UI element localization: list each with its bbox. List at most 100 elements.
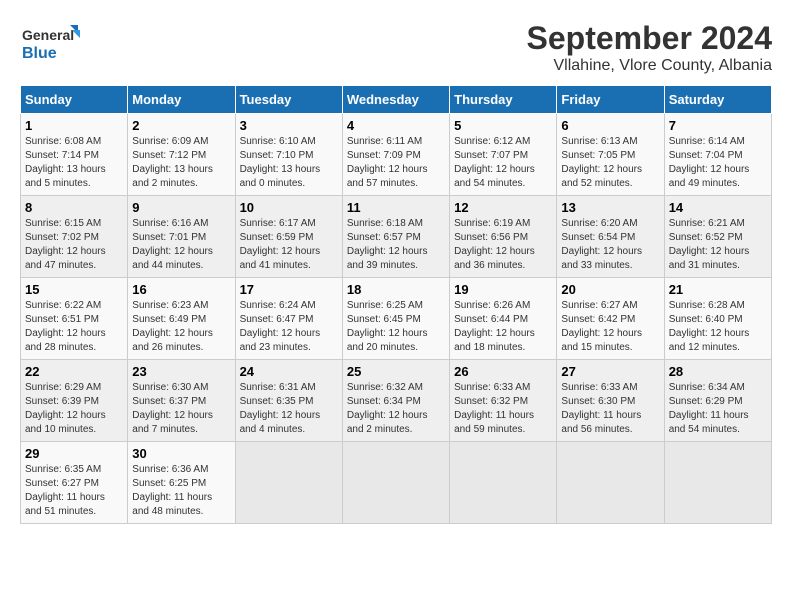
page-header: General Blue September 2024 Vllahine, Vl…: [20, 20, 772, 75]
day-info: Sunrise: 6:28 AM Sunset: 6:40 PM Dayligh…: [669, 299, 767, 355]
day-info: Sunrise: 6:32 AM Sunset: 6:34 PM Dayligh…: [347, 381, 445, 437]
calendar-table: SundayMondayTuesdayWednesdayThursdayFrid…: [20, 85, 772, 524]
month-title: September 2024: [527, 20, 772, 57]
calendar-cell: 12 Sunrise: 6:19 AM Sunset: 6:56 PM Dayli…: [450, 196, 557, 278]
day-info: Sunrise: 6:30 AM Sunset: 6:37 PM Dayligh…: [132, 381, 230, 437]
calendar-cell: [664, 442, 771, 524]
day-info: Sunrise: 6:34 AM Sunset: 6:29 PM Dayligh…: [669, 381, 767, 437]
day-number: 12: [454, 200, 552, 215]
day-number: 17: [240, 282, 338, 297]
day-info: Sunrise: 6:12 AM Sunset: 7:07 PM Dayligh…: [454, 135, 552, 191]
day-info: Sunrise: 6:31 AM Sunset: 6:35 PM Dayligh…: [240, 381, 338, 437]
calendar-cell: 17Sunrise: 6:24 AM Sunset: 6:47 PM Dayli…: [235, 278, 342, 360]
day-number: 19: [454, 282, 552, 297]
calendar-week-5: 29Sunrise: 6:35 AM Sunset: 6:27 PM Dayli…: [21, 442, 772, 524]
day-number: 5: [454, 118, 552, 133]
calendar-cell: 19 Sunrise: 6:26 AM Sunset: 6:44 PM Dayli…: [450, 278, 557, 360]
calendar-cell: 6 Sunrise: 6:13 AM Sunset: 7:05 PM Daylig…: [557, 114, 664, 196]
day-number: 21: [669, 282, 767, 297]
calendar-cell: [235, 442, 342, 524]
calendar-cell: 2Sunrise: 6:09 AM Sunset: 7:12 PM Daylig…: [128, 114, 235, 196]
calendar-cell: 18 Sunrise: 6:25 AM Sunset: 6:45 PM Dayli…: [342, 278, 449, 360]
calendar-cell: [557, 442, 664, 524]
header-thursday: Thursday: [450, 86, 557, 114]
calendar-cell: 22 Sunrise: 6:29 AM Sunset: 6:39 PM Dayli…: [21, 360, 128, 442]
calendar-cell: 29Sunrise: 6:35 AM Sunset: 6:27 PM Dayli…: [21, 442, 128, 524]
header-monday: Monday: [128, 86, 235, 114]
calendar-cell: 3 Sunrise: 6:10 AM Sunset: 7:10 PM Daylig…: [235, 114, 342, 196]
day-info: Sunrise: 6:22 AM Sunset: 6:51 PM Dayligh…: [25, 299, 123, 355]
day-info: Sunrise: 6:18 AM Sunset: 6:57 PM Dayligh…: [347, 217, 445, 273]
calendar-cell: [450, 442, 557, 524]
day-number: 10: [240, 200, 338, 215]
day-info: Sunrise: 6:13 AM Sunset: 7:05 PM Dayligh…: [561, 135, 659, 191]
calendar-cell: 25 Sunrise: 6:32 AM Sunset: 6:34 PM Dayli…: [342, 360, 449, 442]
calendar-cell: 27Sunrise: 6:33 AM Sunset: 6:30 PM Dayli…: [557, 360, 664, 442]
calendar-cell: 1Sunrise: 6:08 AM Sunset: 7:14 PM Daylig…: [21, 114, 128, 196]
day-number: 11: [347, 200, 445, 215]
svg-text:General: General: [22, 27, 74, 43]
day-number: 4: [347, 118, 445, 133]
header-sunday: Sunday: [21, 86, 128, 114]
day-number: 23: [132, 364, 230, 379]
day-info: Sunrise: 6:20 AM Sunset: 6:54 PM Dayligh…: [561, 217, 659, 273]
calendar-cell: 13Sunrise: 6:20 AM Sunset: 6:54 PM Dayli…: [557, 196, 664, 278]
calendar-cell: 26 Sunrise: 6:33 AM Sunset: 6:32 PM Dayli…: [450, 360, 557, 442]
day-number: 22: [25, 364, 123, 379]
title-block: September 2024 Vllahine, Vlore County, A…: [527, 20, 772, 75]
day-number: 2: [132, 118, 230, 133]
day-number: 6: [561, 118, 659, 133]
calendar-cell: 30 Sunrise: 6:36 AM Sunset: 6:25 PM Dayli…: [128, 442, 235, 524]
calendar-cell: 20Sunrise: 6:27 AM Sunset: 6:42 PM Dayli…: [557, 278, 664, 360]
day-number: 3: [240, 118, 338, 133]
header-tuesday: Tuesday: [235, 86, 342, 114]
day-number: 1: [25, 118, 123, 133]
day-number: 16: [132, 282, 230, 297]
calendar-cell: 8 Sunrise: 6:15 AM Sunset: 7:02 PM Daylig…: [21, 196, 128, 278]
day-info: Sunrise: 6:36 AM Sunset: 6:25 PM Dayligh…: [132, 463, 230, 519]
calendar-cell: 21 Sunrise: 6:28 AM Sunset: 6:40 PM Dayli…: [664, 278, 771, 360]
calendar-cell: [342, 442, 449, 524]
day-number: 26: [454, 364, 552, 379]
calendar-cell: 10 Sunrise: 6:17 AM Sunset: 6:59 PM Dayli…: [235, 196, 342, 278]
day-number: 7: [669, 118, 767, 133]
calendar-cell: 7 Sunrise: 6:14 AM Sunset: 7:04 PM Daylig…: [664, 114, 771, 196]
day-number: 20: [561, 282, 659, 297]
day-number: 24: [240, 364, 338, 379]
calendar-header-row: SundayMondayTuesdayWednesdayThursdayFrid…: [21, 86, 772, 114]
day-number: 29: [25, 446, 123, 461]
day-info: Sunrise: 6:15 AM Sunset: 7:02 PM Dayligh…: [25, 217, 123, 273]
day-info: Sunrise: 6:23 AM Sunset: 6:49 PM Dayligh…: [132, 299, 230, 355]
day-info: Sunrise: 6:17 AM Sunset: 6:59 PM Dayligh…: [240, 217, 338, 273]
day-number: 25: [347, 364, 445, 379]
day-info: Sunrise: 6:26 AM Sunset: 6:44 PM Dayligh…: [454, 299, 552, 355]
calendar-cell: 11 Sunrise: 6:18 AM Sunset: 6:57 PM Dayli…: [342, 196, 449, 278]
calendar-cell: 5 Sunrise: 6:12 AM Sunset: 7:07 PM Daylig…: [450, 114, 557, 196]
calendar-cell: 28 Sunrise: 6:34 AM Sunset: 6:29 PM Dayli…: [664, 360, 771, 442]
day-number: 18: [347, 282, 445, 297]
day-number: 30: [132, 446, 230, 461]
calendar-cell: 15 Sunrise: 6:22 AM Sunset: 6:51 PM Dayli…: [21, 278, 128, 360]
calendar-cell: 23 Sunrise: 6:30 AM Sunset: 6:37 PM Dayli…: [128, 360, 235, 442]
calendar-cell: 24 Sunrise: 6:31 AM Sunset: 6:35 PM Dayli…: [235, 360, 342, 442]
calendar-cell: 4 Sunrise: 6:11 AM Sunset: 7:09 PM Daylig…: [342, 114, 449, 196]
day-info: Sunrise: 6:10 AM Sunset: 7:10 PM Dayligh…: [240, 135, 338, 191]
day-info: Sunrise: 6:33 AM Sunset: 6:30 PM Dayligh…: [561, 381, 659, 437]
day-info: Sunrise: 6:25 AM Sunset: 6:45 PM Dayligh…: [347, 299, 445, 355]
location-subtitle: Vllahine, Vlore County, Albania: [527, 57, 772, 75]
day-number: 15: [25, 282, 123, 297]
day-info: Sunrise: 6:29 AM Sunset: 6:39 PM Dayligh…: [25, 381, 123, 437]
day-number: 14: [669, 200, 767, 215]
day-number: 28: [669, 364, 767, 379]
day-info: Sunrise: 6:11 AM Sunset: 7:09 PM Dayligh…: [347, 135, 445, 191]
calendar-cell: 16 Sunrise: 6:23 AM Sunset: 6:49 PM Dayli…: [128, 278, 235, 360]
calendar-cell: 9Sunrise: 6:16 AM Sunset: 7:01 PM Daylig…: [128, 196, 235, 278]
day-number: 8: [25, 200, 123, 215]
calendar-week-2: 8 Sunrise: 6:15 AM Sunset: 7:02 PM Daylig…: [21, 196, 772, 278]
day-info: Sunrise: 6:19 AM Sunset: 6:56 PM Dayligh…: [454, 217, 552, 273]
svg-text:Blue: Blue: [22, 45, 57, 62]
day-info: Sunrise: 6:14 AM Sunset: 7:04 PM Dayligh…: [669, 135, 767, 191]
day-info: Sunrise: 6:21 AM Sunset: 6:52 PM Dayligh…: [669, 217, 767, 273]
day-info: Sunrise: 6:33 AM Sunset: 6:32 PM Dayligh…: [454, 381, 552, 437]
calendar-week-4: 22 Sunrise: 6:29 AM Sunset: 6:39 PM Dayli…: [21, 360, 772, 442]
